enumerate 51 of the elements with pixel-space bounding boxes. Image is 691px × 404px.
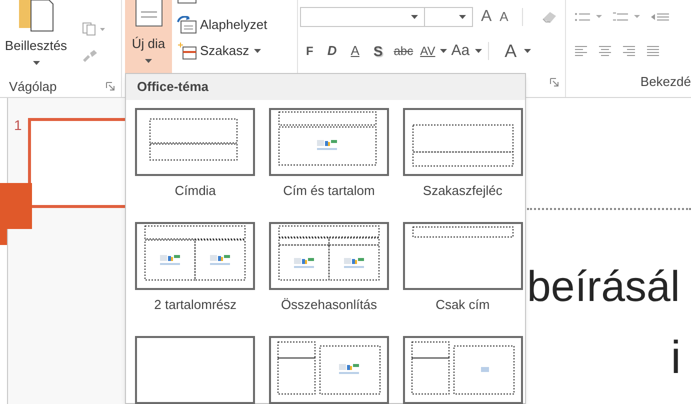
dialog-launcher-icon [550,78,559,86]
layout-preview-icon [135,222,256,290]
group-label: Vágólap [9,78,57,96]
paste-button[interactable]: Beillesztés [0,0,72,76]
format-painter-icon [82,50,98,62]
layout-preview-icon [268,222,389,290]
font-size-field[interactable] [425,7,473,27]
new-slide-button[interactable]: Új dia [125,0,172,75]
shadow-button[interactable]: S [367,40,389,62]
italic-button[interactable]: D [321,41,343,61]
bullets-icon [574,11,604,23]
section-icon [177,42,197,60]
dialog-launcher-icon [106,82,115,91]
align-center-icon [598,45,612,57]
align-left-icon [574,45,588,57]
layout-option[interactable]: 2 tartalomrész [133,222,258,336]
ribbon-command[interactable]: Alaphelyzet [177,16,268,34]
layout-preview-icon [402,108,523,176]
slide-text: beírásál [527,262,681,312]
caret-icon [145,59,152,63]
copy-icon [82,22,106,36]
underline-button[interactable]: A [344,41,366,61]
slide-number: 1 [14,118,22,132]
layout-option[interactable]: Cím és tartalom [266,108,392,222]
layout-option[interactable]: Csak cím [400,222,525,336]
shrink-font-button[interactable]: A [496,7,512,27]
caret-icon [459,15,466,19]
layout-option[interactable]: Összehasonlítás [266,222,392,336]
justify-icon [646,45,660,57]
group-label: Bekezdé [640,72,691,91]
strike-button[interactable]: abc [390,42,416,60]
caret-icon [411,15,418,19]
layout-option[interactable]: Címdia [133,108,258,222]
color-button[interactable]: A [490,38,531,64]
case-button[interactable]: Aa [449,40,482,62]
caret-icon [32,61,40,65]
align-right-icon [622,45,636,57]
reset-icon [177,16,197,34]
layout-preview-icon [402,222,523,290]
font-name-field[interactable] [300,7,425,27]
layout-preview-icon [268,108,389,176]
ribbon-command[interactable]: Szakasz [177,42,268,60]
layout-preview-icon [135,108,256,176]
grow-font-button[interactable]: A [477,5,496,29]
layout-option[interactable]: Szakaszfejléc [400,108,525,222]
spacing-button[interactable]: AV [418,42,448,60]
corner-marker [0,183,32,245]
gallery-header: Office-téma [126,74,525,100]
numbering-icon [612,11,642,23]
slide-text: i [670,332,681,382]
bold-button[interactable]: F [300,42,320,60]
